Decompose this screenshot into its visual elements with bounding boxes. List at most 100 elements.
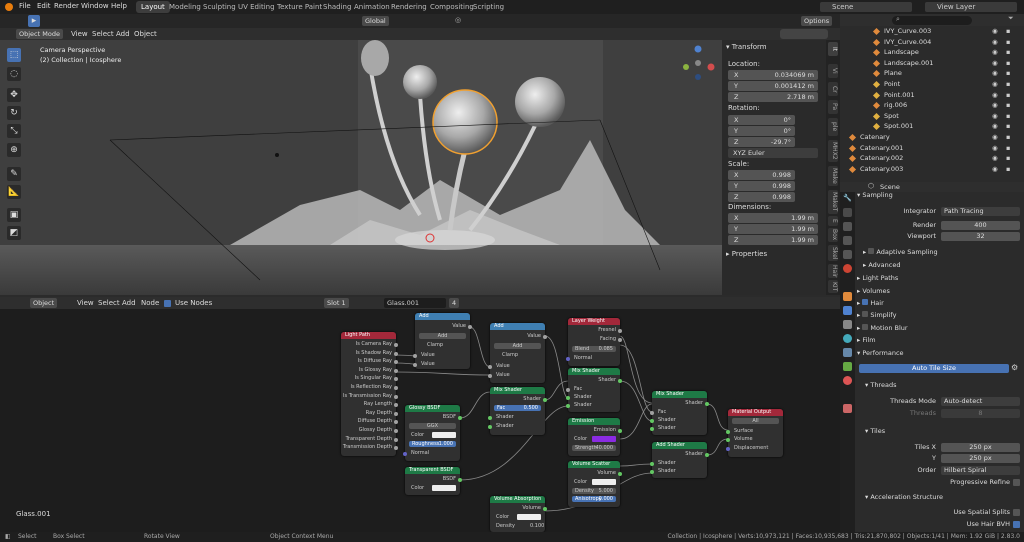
camera-icon[interactable]: ▪: [1006, 26, 1010, 37]
outliner-item[interactable]: Catenary.002 ◉ ▪: [840, 153, 1024, 164]
annotate-tool-icon[interactable]: ✎: [7, 167, 21, 181]
camera-icon[interactable]: ▪: [1006, 153, 1010, 164]
visibility-icon[interactable]: ◉: [992, 111, 998, 122]
view-layer-tab-icon[interactable]: [843, 236, 852, 245]
add-shader-node[interactable]: Add Shader Shader Shader Shader: [650, 442, 709, 478]
socket[interactable]: [566, 357, 570, 361]
socket[interactable]: [618, 338, 622, 342]
camera-icon[interactable]: ▪: [1006, 164, 1010, 175]
tab-e[interactable]: E: [828, 216, 838, 226]
simplify-panel[interactable]: ▸ Simplify: [857, 310, 896, 320]
render-samples-field[interactable]: 400: [941, 221, 1020, 230]
adaptive-sampling-row[interactable]: ▸ Adaptive Sampling: [863, 247, 938, 257]
volume-absorption-node[interactable]: Volume Absorption Volume Color Density 0.100: [490, 496, 547, 532]
orientation-dropdown[interactable]: Global: [362, 16, 389, 26]
scale-x-field[interactable]: X 0.998: [728, 170, 795, 180]
camera-icon[interactable]: ▪: [1006, 37, 1010, 48]
rot-z-field[interactable]: Z -29.7°: [728, 137, 795, 147]
integrator-dropdown[interactable]: Path Tracing: [941, 207, 1020, 216]
scene-tab-icon[interactable]: [843, 250, 852, 259]
socket[interactable]: [403, 452, 407, 456]
threads-field[interactable]: 8: [941, 409, 1020, 418]
progressive-refine-checkbox[interactable]: [1013, 479, 1020, 486]
tab-make[interactable]: Make: [828, 166, 838, 186]
transparent-bsdf-node[interactable]: Transparent BSDF BSDF Color: [405, 467, 462, 495]
properties-header[interactable]: ▸ Properties: [726, 250, 767, 258]
render-tab-icon[interactable]: [843, 208, 852, 217]
volumes-panel[interactable]: ▸ Volumes: [857, 286, 890, 296]
volume-scatter-node[interactable]: Volume Scatter Volume Color Density 5.000 Ani…: [568, 461, 622, 507]
socket[interactable]: [394, 437, 398, 442]
mix-shader-node-3[interactable]: Mix Shader Shader Fac Shader Shader: [650, 391, 709, 435]
object-mode-dropdown[interactable]: Object Mode: [16, 29, 63, 39]
dim-z-field[interactable]: Z 1.99 m: [728, 235, 818, 245]
tab-mhx2[interactable]: MHX2: [828, 140, 838, 162]
visibility-icon[interactable]: ◉: [992, 58, 998, 69]
socket[interactable]: [394, 386, 398, 390]
loc-z-field[interactable]: Z 2.718 m: [728, 92, 818, 102]
node-menu-view[interactable]: View: [77, 299, 94, 307]
node-object-dropdown[interactable]: Object: [30, 298, 58, 308]
material-output-node[interactable]: Material Output All Surface Volume Displacem…: [726, 409, 783, 457]
socket[interactable]: [566, 404, 570, 408]
tab-pa[interactable]: Pa: [828, 100, 838, 114]
output-tab-icon[interactable]: [843, 222, 852, 231]
viewport-menu-object[interactable]: Object: [134, 30, 157, 38]
particles-tab-icon[interactable]: [843, 320, 852, 329]
add-object-tool-icon[interactable]: ◩: [7, 226, 21, 240]
texture-tab-icon[interactable]: [843, 404, 852, 413]
tiles-x-field[interactable]: 250 px: [941, 443, 1020, 452]
socket[interactable]: [543, 507, 547, 511]
acceleration-subpanel[interactable]: ▾ Acceleration Structure: [865, 492, 943, 502]
socket[interactable]: [618, 329, 622, 333]
socket[interactable]: [566, 388, 570, 392]
visibility-icon[interactable]: ◉: [992, 47, 998, 58]
use-nodes-checkbox[interactable]: [164, 300, 171, 307]
shading-buttons[interactable]: [780, 29, 828, 39]
tiles-subpanel[interactable]: ▾ Tiles: [865, 426, 885, 436]
tab-skel[interactable]: Skel: [828, 245, 838, 261]
socket[interactable]: [488, 374, 492, 378]
outliner-item[interactable]: Spot ◉ ▪: [840, 111, 1024, 122]
advanced-row[interactable]: ▸ Advanced: [863, 260, 900, 270]
tab-kit[interactable]: KIT: [828, 280, 838, 293]
socket[interactable]: [394, 411, 398, 416]
order-dropdown[interactable]: Hilbert Spiral: [941, 466, 1020, 475]
menu-render[interactable]: Render: [54, 2, 79, 10]
socket[interactable]: [458, 478, 462, 482]
motion-blur-panel[interactable]: ▸ Motion Blur: [857, 323, 908, 333]
socket[interactable]: [650, 411, 654, 415]
socket[interactable]: [468, 325, 472, 329]
scale-y-field[interactable]: Y 0.998: [728, 181, 795, 191]
view-layer-selector[interactable]: View Layer: [925, 2, 1017, 12]
slot-dropdown[interactable]: Slot 1: [324, 298, 349, 308]
scale-z-field[interactable]: Z 0.998: [728, 192, 795, 202]
camera-icon[interactable]: ▪: [1006, 90, 1010, 101]
scene-selector[interactable]: Scene: [820, 2, 912, 12]
outliner-item[interactable]: Spot.001 ◉ ▪: [840, 121, 1024, 132]
rotation-mode-dropdown[interactable]: XYZ Euler: [728, 148, 818, 158]
visibility-icon[interactable]: ◉: [992, 121, 998, 132]
threads-mode-dropdown[interactable]: Auto-detect: [941, 397, 1020, 406]
layer-weight-node[interactable]: Layer Weight Fresnel Facing Blend 0.085 Norma…: [566, 318, 622, 366]
material-field[interactable]: Glass.001: [384, 298, 446, 308]
visibility-icon[interactable]: ◉: [992, 68, 998, 79]
visibility-icon[interactable]: ◉: [992, 26, 998, 37]
add-cube-tool-icon[interactable]: ▣: [7, 208, 21, 222]
viewport-menu-add[interactable]: Add: [116, 30, 130, 38]
outliner-item[interactable]: rig.006 ◉ ▪: [840, 100, 1024, 111]
node-menu-add[interactable]: Add: [122, 299, 136, 307]
visibility-icon[interactable]: ◉: [992, 100, 998, 111]
socket[interactable]: [458, 416, 462, 420]
node-field[interactable]: GGX: [409, 423, 456, 429]
socket[interactable]: [618, 379, 622, 383]
visibility-icon[interactable]: ◉: [992, 37, 998, 48]
tab-item[interactable]: It: [828, 42, 838, 56]
outliner-item[interactable]: Catenary ◉ ▪: [840, 132, 1024, 143]
socket[interactable]: [726, 447, 730, 451]
object-tab-icon[interactable]: [843, 292, 852, 301]
3d-viewport[interactable]: Camera Perspective (2) Collection | Icos…: [0, 40, 722, 295]
menu-file[interactable]: File: [19, 2, 31, 10]
select-box-tool-icon[interactable]: ⬚: [7, 48, 21, 62]
socket[interactable]: [705, 453, 709, 457]
